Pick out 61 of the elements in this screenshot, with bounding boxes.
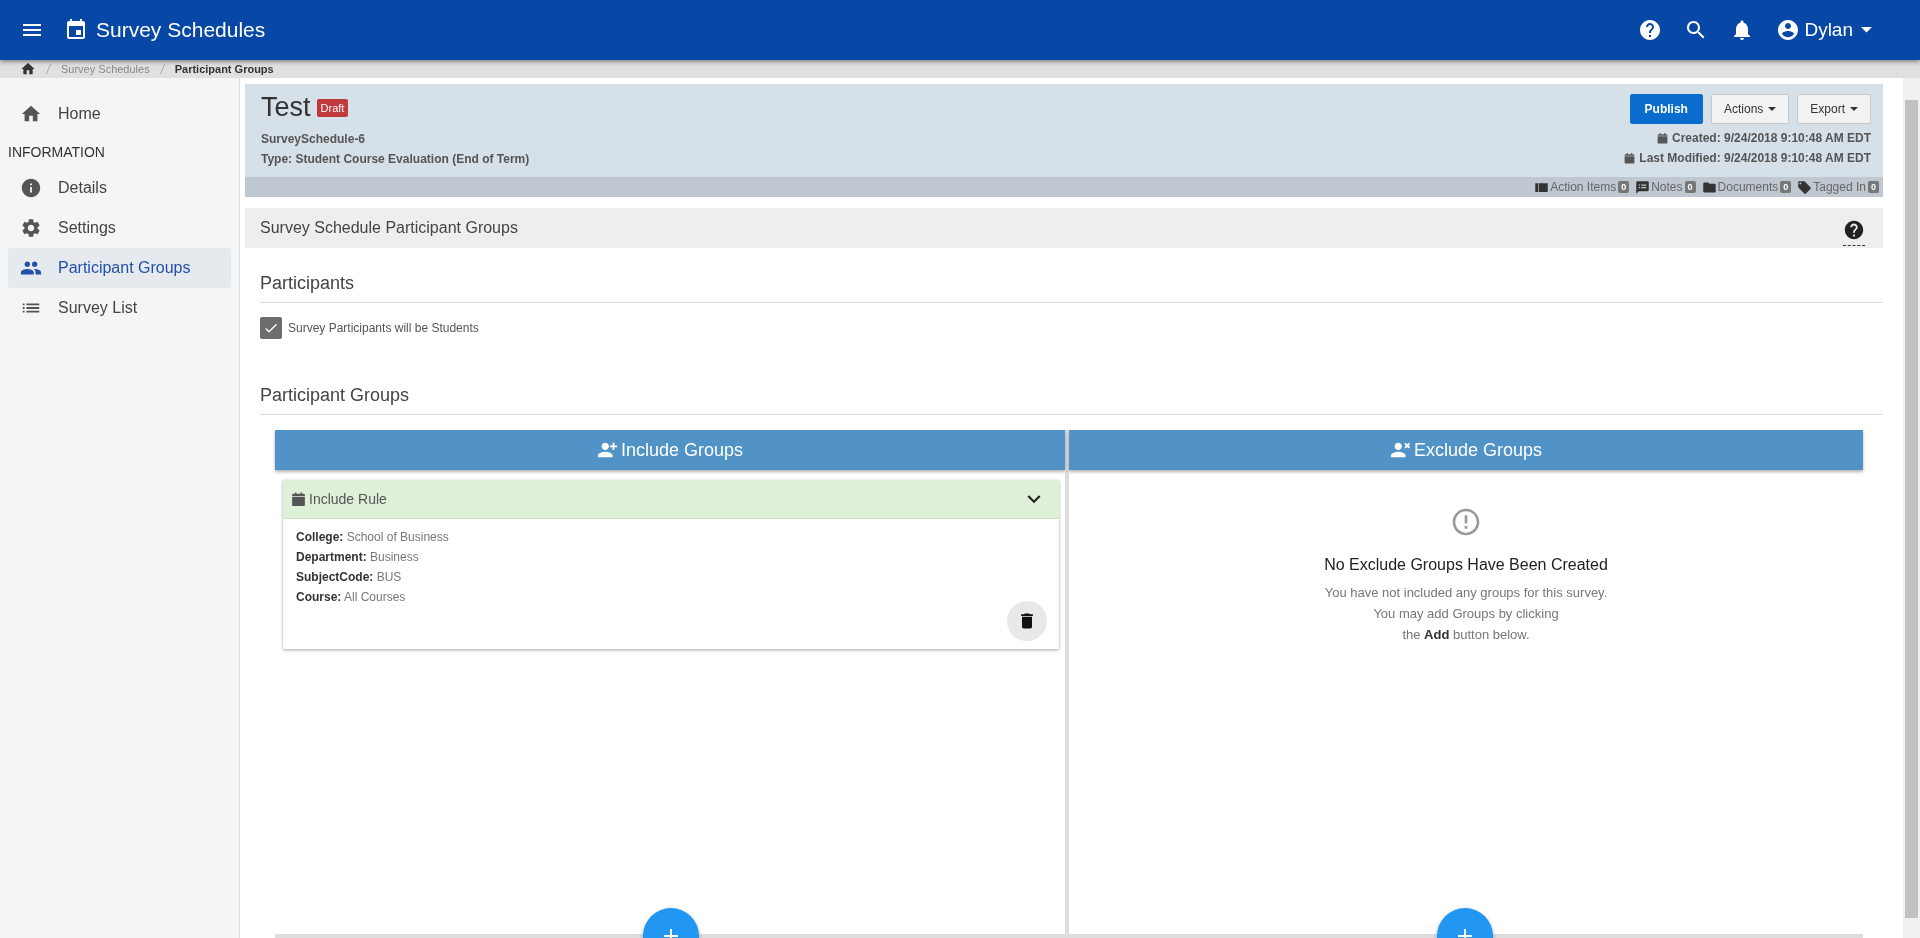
panel-title: Include Groups [620,439,744,461]
rule-header[interactable]: Include Rule [283,480,1059,519]
tag-icon [1797,179,1813,195]
sidebar-item[interactable]: Settings [8,208,231,248]
app-title: Survey Schedules [96,18,266,42]
calendar-icon [290,490,307,508]
warning-icon [1450,506,1482,538]
rule-field: College: School of Business [296,527,1046,547]
status-badge: Draft [316,98,349,117]
count-badge: 0 [1684,181,1696,193]
count-badge: 0 [1618,181,1630,193]
calendar-icon [64,18,88,42]
breadcrumb-item: Participant Groups [174,63,274,75]
section-heading: Participants [260,248,1883,303]
separator-icon [46,64,51,74]
dropdown-button[interactable]: Export [1797,94,1871,124]
sidebar-item[interactable]: Home [8,94,231,134]
modified-date: Last Modified: 9/24/2018 9:10:48 AM EDT [1639,150,1871,167]
caret-icon [1850,107,1858,111]
section-title: INFORMATION [7,143,106,162]
record-type: Type: Student Course Evaluation (End of Term) [261,151,531,168]
caret-icon [1768,107,1777,111]
sidebar-item[interactable]: Survey List [8,288,231,328]
account-icon [1776,18,1801,42]
empty-message: You have not included any groups for this survey. You may add Groups by clicking the Add button below. [1324,584,1608,644]
home-icon[interactable] [20,61,36,77]
help-icon[interactable] [1843,218,1865,241]
separator-icon [159,64,165,74]
rule-field: Course: All Courses [296,587,1046,607]
rule-title: Include Rule [309,491,387,507]
checkbox-label: Survey Participants will be Students [288,321,479,335]
publish-button[interactable]: Publish [1629,94,1703,124]
created-date: Created: 9/24/2018 9:10:48 AM EDT [1672,130,1871,147]
user-menu[interactable]: Dylan [1776,18,1872,42]
count-badge: 0 [1868,181,1879,193]
count-badge: 0 [1780,181,1792,193]
calendar-icon [1656,131,1669,145]
panel-title: Exclude Groups [1413,439,1543,461]
rule-field: SubjectCode: BUS [296,567,1046,587]
section-heading: Participant Groups [260,339,1883,415]
record-id: SurveySchedule-6 [261,131,367,148]
help-icon[interactable] [1638,18,1663,42]
calendar-icon [1623,151,1637,165]
counter-label[interactable]: Documents [1717,180,1779,194]
counter-label[interactable]: Notes [1651,180,1683,194]
dropdown-button[interactable]: Actions [1710,94,1790,124]
notes-icon [1635,179,1651,195]
sidebar-item[interactable]: Details [8,168,231,208]
counter-label[interactable]: Action Items [1550,180,1617,194]
caret-icon [1861,27,1872,33]
sidebar-item[interactable]: Participant Groups [8,248,231,288]
scrollbar-thumb[interactable] [1905,100,1918,918]
counter-label[interactable]: Tagged In [1813,180,1866,194]
section-title: Survey Schedule Participant Groups [260,219,518,237]
info-icon [20,177,42,199]
gear-icon [20,217,42,239]
delete-button[interactable] [1007,601,1047,641]
empty-title: No Exclude Groups Have Been Created [1324,556,1608,574]
checkbox[interactable] [260,317,282,339]
record-title: Test [261,92,311,123]
rule-field: Department: Business [296,547,1046,567]
